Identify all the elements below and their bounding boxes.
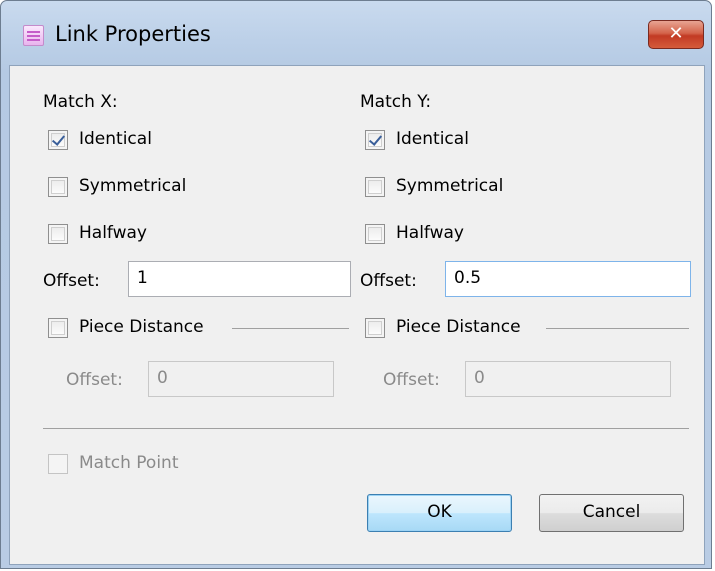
match-x-piece-distance-label[interactable]: Piece Distance bbox=[79, 317, 204, 337]
match-y-heading: Match Y: bbox=[360, 92, 432, 112]
match-x-heading: Match X: bbox=[43, 92, 118, 112]
dialog-content: Match X: Identical Symmetrical Halfway O… bbox=[9, 65, 705, 565]
match-y-halfway-label[interactable]: Halfway bbox=[396, 223, 464, 243]
app-icon bbox=[23, 25, 44, 46]
match-y-piece-distance-checkbox[interactable] bbox=[365, 318, 385, 338]
match-point-label: Match Point bbox=[79, 453, 179, 473]
match-y-pd-offset-label: Offset: bbox=[383, 370, 440, 390]
match-x-identical-checkbox[interactable] bbox=[48, 130, 68, 150]
match-x-halfway-label[interactable]: Halfway bbox=[79, 223, 147, 243]
match-x-offset-label: Offset: bbox=[43, 271, 100, 291]
section-divider bbox=[43, 428, 689, 429]
match-y-piece-distance-separator bbox=[546, 328, 689, 329]
match-x-piece-distance-checkbox[interactable] bbox=[48, 318, 68, 338]
cancel-button[interactable]: Cancel bbox=[539, 494, 684, 532]
ok-button[interactable]: OK bbox=[367, 494, 512, 532]
dialog-window: Link Properties ✕ Match X: Identical Sym… bbox=[0, 0, 712, 569]
match-y-offset-input[interactable]: 0.5 bbox=[445, 261, 691, 297]
window-title: Link Properties bbox=[55, 22, 211, 46]
match-y-pd-offset-input[interactable]: 0 bbox=[465, 361, 671, 397]
match-y-identical-label[interactable]: Identical bbox=[396, 129, 469, 149]
match-x-offset-input[interactable]: 1 bbox=[128, 261, 351, 297]
match-x-halfway-checkbox[interactable] bbox=[48, 224, 68, 244]
match-x-pd-offset-label: Offset: bbox=[66, 370, 123, 390]
match-y-symmetrical-label[interactable]: Symmetrical bbox=[396, 176, 503, 196]
match-x-identical-label[interactable]: Identical bbox=[79, 129, 152, 149]
match-x-symmetrical-checkbox[interactable] bbox=[48, 177, 68, 197]
title-bar[interactable]: Link Properties ✕ bbox=[1, 1, 711, 49]
match-y-identical-checkbox[interactable] bbox=[365, 130, 385, 150]
match-x-pd-offset-input[interactable]: 0 bbox=[148, 361, 334, 397]
match-y-piece-distance-label[interactable]: Piece Distance bbox=[396, 317, 521, 337]
close-button[interactable]: ✕ bbox=[648, 20, 704, 49]
match-y-offset-label: Offset: bbox=[360, 271, 417, 291]
match-point-checkbox[interactable] bbox=[48, 454, 68, 474]
match-y-halfway-checkbox[interactable] bbox=[365, 224, 385, 244]
close-icon: ✕ bbox=[668, 23, 684, 44]
match-y-symmetrical-checkbox[interactable] bbox=[365, 177, 385, 197]
match-x-piece-distance-separator bbox=[232, 328, 349, 329]
match-x-symmetrical-label[interactable]: Symmetrical bbox=[79, 176, 186, 196]
